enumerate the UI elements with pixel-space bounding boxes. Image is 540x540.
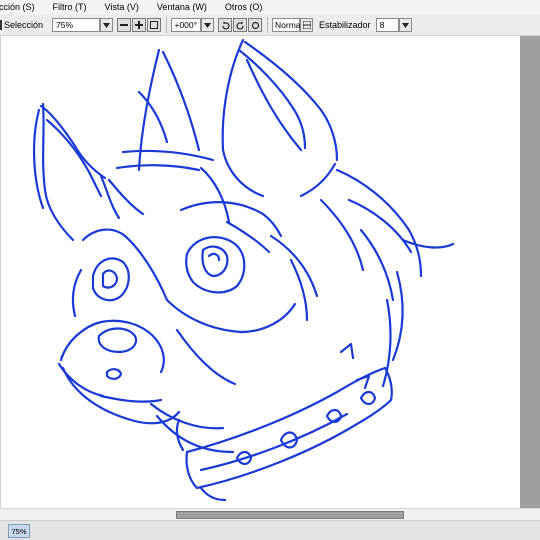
rotation-reset-icon — [251, 21, 259, 29]
menu-view[interactable]: Vista (V) — [96, 0, 148, 14]
horizontal-scroll-thumb[interactable] — [176, 511, 404, 519]
rotate-right-icon — [235, 21, 244, 29]
rotate-left-icon — [221, 21, 230, 29]
status-bar: 75% — [0, 520, 540, 540]
menu-filter[interactable]: Filtro (T) — [44, 0, 96, 14]
rotation-dropdown-button[interactable] — [201, 18, 215, 32]
menu-selection[interactable]: ección (S) — [0, 0, 44, 14]
menu-others[interactable]: Otros (O) — [216, 0, 272, 14]
rotate-right-button[interactable] — [233, 18, 248, 32]
selection-label: Selección — [4, 20, 44, 30]
zoom-value: 75% — [56, 20, 74, 30]
zoom-reset-button[interactable] — [147, 18, 162, 32]
fit-square-icon — [150, 21, 159, 29]
stabilizer-value: 8 — [379, 20, 385, 30]
rotation-field[interactable]: +000° — [171, 18, 202, 32]
toolbar: Selección 75% +000° Normal Estabilizador… — [0, 15, 540, 36]
zoom-dropdown-button[interactable] — [100, 18, 114, 32]
stabilizer-dropdown-button[interactable] — [398, 18, 412, 32]
zoom-out-button[interactable] — [117, 18, 132, 32]
zoom-indicator-label: 75% — [11, 526, 27, 536]
menu-bar: ección (S) Filtro (T) Vista (V) Ventana … — [0, 0, 540, 14]
zoom-in-button[interactable] — [132, 18, 147, 32]
plus-icon — [135, 21, 144, 29]
horizontal-scrollbar[interactable] — [0, 508, 540, 520]
toolbar-separator — [166, 17, 168, 33]
rotation-value: +000° — [174, 20, 198, 30]
rotate-left-button[interactable] — [218, 18, 233, 32]
zoom-indicator[interactable]: 75% — [8, 524, 30, 538]
chevron-down-icon — [204, 22, 212, 28]
menu-window[interactable]: Ventana (W) — [148, 0, 216, 14]
selection-checkbox[interactable] — [0, 20, 2, 30]
chevron-down-icon — [103, 22, 111, 28]
blend-mode-dropdown-button[interactable] — [300, 18, 314, 32]
drawing-canvas[interactable] — [0, 36, 520, 508]
stabilizer-label: Estabilizador — [319, 20, 371, 30]
grid-icon — [302, 21, 311, 29]
sketch-artwork — [33, 38, 455, 502]
minus-icon — [120, 24, 129, 26]
zoom-field[interactable]: 75% — [52, 18, 101, 32]
chevron-down-icon — [401, 22, 409, 28]
blend-mode-field[interactable]: Normal — [272, 18, 303, 32]
blend-mode-value: Normal — [275, 20, 303, 30]
rotation-reset-button[interactable] — [248, 18, 263, 32]
toolbar-separator — [267, 17, 269, 33]
stabilizer-field[interactable]: 8 — [375, 18, 399, 32]
vertical-scrollbar[interactable] — [520, 36, 540, 508]
